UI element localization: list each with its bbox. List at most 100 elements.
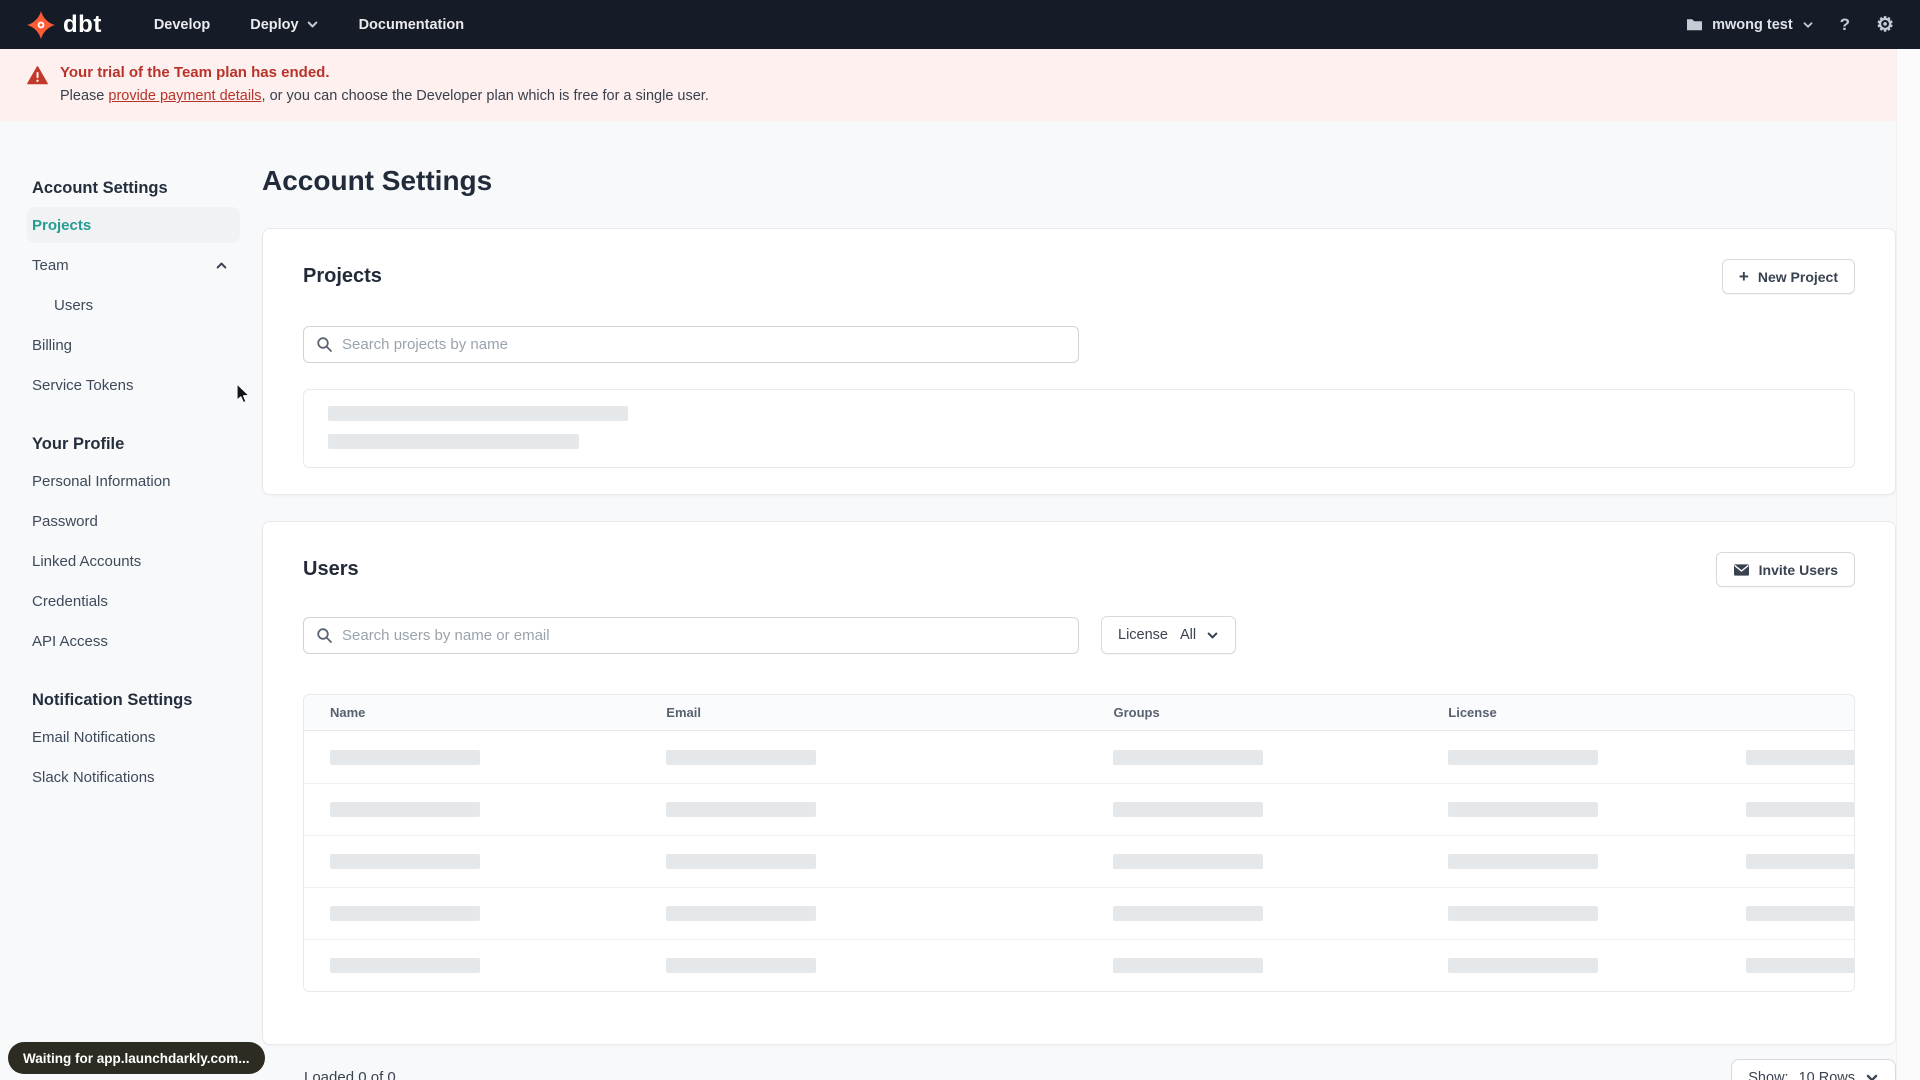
- sidebar-item-email-notifications[interactable]: Email Notifications: [27, 719, 240, 755]
- sidebar-item-team[interactable]: Team: [27, 247, 240, 283]
- table-cell: [1436, 854, 1723, 869]
- nav-item-label: Develop: [153, 16, 211, 33]
- account-switcher[interactable]: mwong test: [1686, 17, 1814, 33]
- sidebar-section-account-settings: Account Settings Projects Team Users Billin…: [27, 173, 240, 403]
- scrollbar-track[interactable]: [1896, 49, 1920, 1080]
- column-header-label: Email: [666, 705, 701, 720]
- skeleton-bar: [1113, 749, 1264, 765]
- table-cell: [304, 958, 654, 973]
- users-table-header-row: Name Email Groups License: [304, 695, 1854, 731]
- search-icon: [317, 337, 332, 352]
- sidebar-item-label: API Access: [32, 632, 108, 650]
- show-rows-label: Show:: [1748, 1069, 1789, 1080]
- column-header-name: Name: [304, 705, 654, 720]
- dbt-logo-icon: [26, 10, 56, 39]
- table-cell: [1436, 906, 1723, 921]
- sidebar-item-users[interactable]: Users: [27, 287, 240, 323]
- gear-icon[interactable]: ⚙: [1876, 15, 1894, 35]
- banner-text-suffix: , or you can choose the Developer plan w…: [261, 88, 709, 104]
- main-content: Account Settings Projects + New Project: [262, 121, 1896, 1080]
- dbt-logo[interactable]: dbt: [26, 10, 102, 40]
- chevron-down-icon: [1803, 21, 1813, 28]
- skeleton-bar: [666, 749, 817, 765]
- table-cell: [1723, 749, 1854, 765]
- sidebar-item-label: Billing: [32, 336, 73, 354]
- table-row: [304, 939, 1854, 991]
- users-table-body: [304, 731, 1854, 991]
- table-cell: [1436, 749, 1723, 765]
- sidebar-item-service-tokens[interactable]: Service Tokens: [27, 367, 240, 403]
- skeleton-bar: [330, 958, 480, 973]
- sidebar-item-credentials[interactable]: Credentials: [27, 583, 240, 619]
- project-search-input[interactable]: [303, 326, 1079, 363]
- sidebar-item-slack-notifications[interactable]: Slack Notifications: [27, 759, 240, 795]
- sidebar-heading-account-settings: Account Settings: [32, 178, 168, 197]
- sidebar-item-linked-accounts[interactable]: Linked Accounts: [27, 543, 240, 579]
- table-cell: [1101, 802, 1436, 817]
- sidebar-item-api-access[interactable]: API Access: [27, 623, 240, 659]
- sidebar-item-personal-information[interactable]: Personal Information: [27, 463, 240, 499]
- skeleton-bar: [666, 802, 817, 817]
- column-header-email: Email: [654, 705, 1101, 720]
- sidebar-item-label: Service Tokens: [32, 376, 134, 394]
- skeleton-bar: [1113, 854, 1264, 869]
- skeleton-bar: [1746, 749, 1854, 765]
- provide-payment-details-link[interactable]: provide payment details: [108, 88, 261, 104]
- sidebar-item-label: Password: [32, 512, 98, 530]
- table-row: [304, 887, 1854, 939]
- invite-users-button[interactable]: Invite Users: [1715, 552, 1855, 587]
- skeleton-bar: [330, 802, 480, 817]
- projects-loading-skeleton: [303, 389, 1855, 468]
- new-project-button[interactable]: + New Project: [1721, 259, 1855, 294]
- show-rows-dropdown[interactable]: Show: 10 Rows: [1731, 1059, 1896, 1080]
- license-filter-label: License: [1118, 627, 1168, 643]
- sidebar-item-billing[interactable]: Billing: [27, 327, 240, 363]
- table-cell: [1101, 958, 1436, 973]
- warning-icon: [27, 66, 48, 85]
- sidebar-section-your-profile: Your Profile Personal Information Password…: [27, 429, 240, 659]
- trial-banner-title: Your trial of the Team plan has ended.: [60, 64, 330, 81]
- skeleton-bar: [328, 406, 628, 421]
- skeleton-bar: [1448, 958, 1599, 973]
- sidebar-item-label: Users: [54, 296, 94, 314]
- account-name: mwong test: [1712, 16, 1793, 33]
- table-cell: [1101, 854, 1436, 869]
- table-row: [304, 731, 1854, 783]
- skeleton-bar: [1113, 802, 1264, 817]
- help-icon[interactable]: ?: [1840, 16, 1850, 33]
- table-cell: [304, 906, 654, 921]
- sidebar-item-label: Team: [32, 256, 69, 274]
- nav-item-label: Documentation: [358, 16, 465, 33]
- nav-item-deploy[interactable]: Deploy: [250, 17, 318, 33]
- sidebar-item-password[interactable]: Password: [27, 503, 240, 539]
- table-cell: [1723, 958, 1854, 973]
- nav-menu: Develop Deploy Documentation: [154, 17, 464, 33]
- table-cell: [1436, 802, 1723, 817]
- trial-banner-body: Please provide payment details, or you c…: [60, 88, 709, 104]
- browser-status-bubble: Waiting for app.launchdarkly.com...: [8, 1042, 265, 1074]
- trial-banner: Your trial of the Team plan has ended. P…: [0, 49, 1896, 121]
- skeleton-bar: [330, 854, 480, 869]
- chevron-down-icon: [1866, 1074, 1878, 1080]
- settings-sidebar: Account Settings Projects Team Users Billin…: [27, 121, 240, 799]
- nav-item-develop[interactable]: Develop: [154, 17, 210, 33]
- nav-item-label: Deploy: [250, 16, 299, 33]
- table-cell: [654, 802, 1101, 817]
- skeleton-bar: [666, 906, 817, 921]
- license-filter-dropdown[interactable]: License All: [1101, 616, 1237, 654]
- table-cell: [304, 802, 654, 817]
- show-rows-value: 10 Rows: [1798, 1069, 1855, 1080]
- skeleton-bar: [1113, 906, 1264, 921]
- sidebar-item-projects[interactable]: Projects: [27, 207, 240, 243]
- user-search-input[interactable]: [303, 616, 1079, 654]
- table-cell: [1723, 802, 1854, 817]
- users-table: Name Email Groups License: [303, 694, 1855, 992]
- skeleton-bar: [330, 906, 480, 921]
- sidebar-item-label: Projects: [32, 216, 92, 234]
- table-row: [304, 835, 1854, 887]
- table-cell: [304, 749, 654, 765]
- loaded-count-text: Loaded 0 of 0: [304, 1069, 396, 1080]
- nav-item-documentation[interactable]: Documentation: [359, 17, 465, 33]
- column-header-groups: Groups: [1101, 705, 1436, 720]
- skeleton-bar: [1746, 854, 1854, 869]
